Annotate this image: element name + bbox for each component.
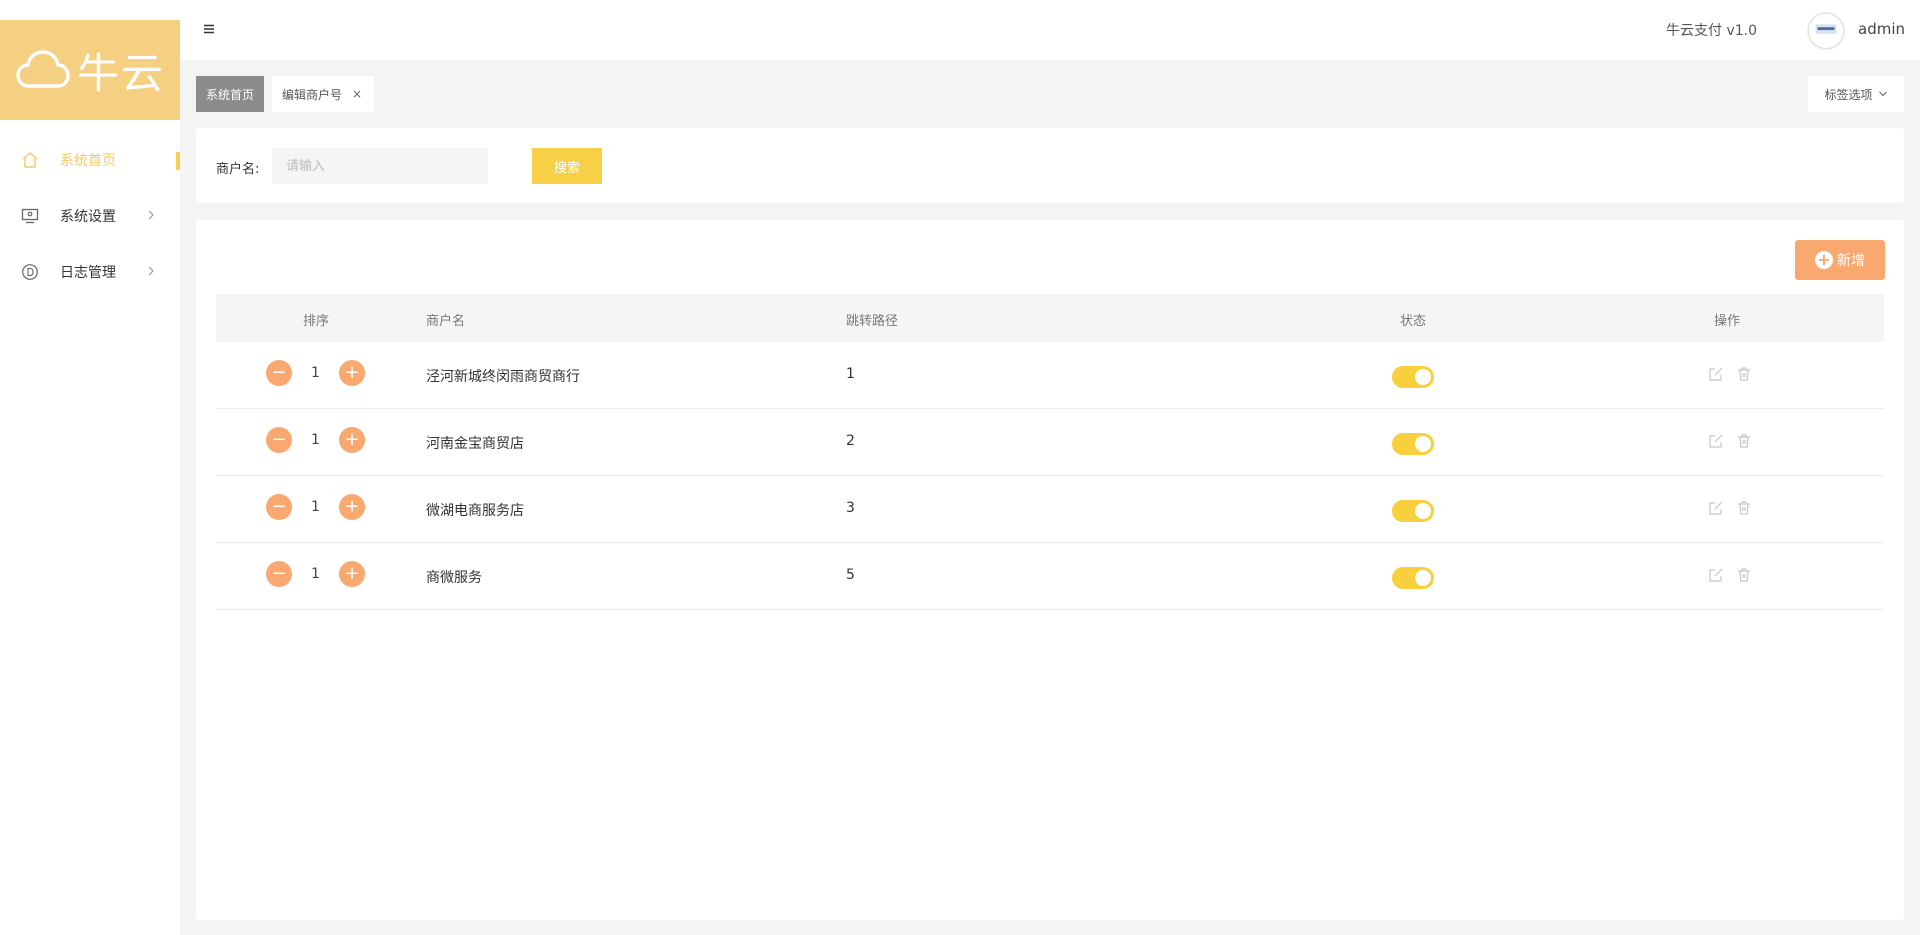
column-header-status: 状态 <box>1400 314 1427 329</box>
decrement-button[interactable]: − <box>266 427 292 453</box>
avatar-image-icon <box>1809 14 1843 48</box>
toggle-knob <box>1415 503 1431 519</box>
increment-button[interactable]: + <box>339 360 365 386</box>
column-header-actions: 操作 <box>1714 314 1741 329</box>
delete-icon[interactable] <box>1736 567 1752 583</box>
sort-value: 1 <box>311 566 320 582</box>
monitor-icon <box>20 206 40 226</box>
status-toggle[interactable] <box>1392 567 1434 589</box>
toggle-knob <box>1415 369 1431 385</box>
top-strip <box>0 0 180 20</box>
sidebar-item-system-settings[interactable]: 系统设置 <box>0 188 180 244</box>
logo-text: 牛云 <box>76 48 165 98</box>
delete-icon[interactable] <box>1736 433 1752 449</box>
add-button[interactable]: + 新增 <box>1795 240 1885 280</box>
delete-icon[interactable] <box>1736 366 1752 382</box>
column-header-merchant: 商户名 <box>426 314 466 329</box>
row-actions <box>1708 567 1752 583</box>
chevron-right-icon <box>148 210 154 220</box>
row-actions <box>1708 433 1752 449</box>
toggle-knob <box>1415 436 1431 452</box>
decrement-button[interactable]: − <box>266 561 292 587</box>
merchant-list-panel: + 新增 排序 商户名 跳转路径 状态 操作 − 1 + 泾河新城终闵雨商贸商行… <box>196 220 1904 920</box>
tab-label: 编辑商户号 <box>282 87 343 102</box>
tab-options-label: 标签选项 <box>1824 87 1873 102</box>
merchant-name-input[interactable] <box>272 148 488 184</box>
username[interactable]: admin <box>1858 20 1905 38</box>
sort-value: 1 <box>311 432 320 448</box>
increment-button[interactable]: + <box>339 494 365 520</box>
avatar[interactable] <box>1808 13 1844 49</box>
sort-value: 1 <box>311 365 320 381</box>
search-panel: 商户名: 搜索 <box>196 128 1904 203</box>
sort-stepper: − 1 + <box>266 561 365 587</box>
plus-circle-icon: + <box>1815 251 1833 269</box>
merchant-name: 河南金宝商贸店 <box>426 436 524 452</box>
merchant-name-label: 商户名: <box>216 162 260 177</box>
delete-icon[interactable] <box>1736 500 1752 516</box>
logo[interactable]: 牛云 <box>0 20 180 120</box>
tab-options-dropdown[interactable]: 标签选项 <box>1808 76 1904 112</box>
merchant-name: 泾河新城终闵雨商贸商行 <box>426 369 580 385</box>
tab-edit-merchant[interactable]: 编辑商户号 × <box>272 76 374 112</box>
tab-home[interactable]: 系统首页 <box>196 76 264 112</box>
decrement-button[interactable]: − <box>266 360 292 386</box>
column-header-sort: 排序 <box>303 314 330 329</box>
toggle-knob <box>1415 570 1431 586</box>
log-icon <box>20 262 40 282</box>
search-button[interactable]: 搜索 <box>532 148 602 184</box>
edit-icon[interactable] <box>1708 366 1724 382</box>
chevron-down-icon <box>1878 91 1887 97</box>
add-button-label: 新增 <box>1837 253 1865 269</box>
sidebar: 牛云 系统首页 系统设置 日志管理 <box>0 20 180 935</box>
row-actions <box>1708 366 1752 382</box>
merchant-name: 商微服务 <box>426 570 482 586</box>
redirect-path: 3 <box>846 500 855 516</box>
home-icon <box>20 150 40 170</box>
sidebar-item-label: 系统设置 <box>60 209 116 225</box>
top-header: 牛云支付 v1.0 admin <box>180 0 1920 60</box>
sort-stepper: − 1 + <box>266 427 365 453</box>
menu-toggle-icon[interactable] <box>202 22 216 36</box>
redirect-path: 5 <box>846 567 855 583</box>
merchant-name: 微湖电商服务店 <box>426 503 524 519</box>
row-actions <box>1708 500 1752 516</box>
cloud-icon <box>16 50 70 88</box>
sidebar-item-label: 日志管理 <box>60 265 116 281</box>
decrement-button[interactable]: − <box>266 494 292 520</box>
chevron-right-icon <box>148 266 154 276</box>
sidebar-nav: 系统首页 系统设置 日志管理 <box>0 132 180 300</box>
sort-stepper: − 1 + <box>266 360 365 386</box>
redirect-path: 1 <box>846 366 855 382</box>
table-row: − 1 + 商微服务 5 <box>216 543 1884 610</box>
edit-icon[interactable] <box>1708 567 1724 583</box>
tab-label: 系统首页 <box>206 87 255 102</box>
edit-icon[interactable] <box>1708 500 1724 516</box>
table-row: − 1 + 泾河新城终闵雨商贸商行 1 <box>216 342 1884 409</box>
sidebar-item-label: 系统首页 <box>60 153 116 169</box>
sidebar-item-home[interactable]: 系统首页 <box>0 132 180 188</box>
sidebar-item-log-management[interactable]: 日志管理 <box>0 244 180 300</box>
increment-button[interactable]: + <box>339 561 365 587</box>
redirect-path: 2 <box>846 433 855 449</box>
sort-value: 1 <box>311 499 320 515</box>
status-toggle[interactable] <box>1392 433 1434 455</box>
table-row: − 1 + 微湖电商服务店 3 <box>216 476 1884 543</box>
table-header: 排序 商户名 跳转路径 状态 操作 <box>216 294 1884 342</box>
app-version: 牛云支付 v1.0 <box>1666 23 1757 39</box>
merchant-table: 排序 商户名 跳转路径 状态 操作 − 1 + 泾河新城终闵雨商贸商行 1 − <box>216 294 1884 610</box>
sort-stepper: − 1 + <box>266 494 365 520</box>
edit-icon[interactable] <box>1708 433 1724 449</box>
column-header-path: 跳转路径 <box>846 314 899 329</box>
status-toggle[interactable] <box>1392 500 1434 522</box>
table-row: − 1 + 河南金宝商贸店 2 <box>216 409 1884 476</box>
close-icon[interactable]: × <box>352 87 362 101</box>
status-toggle[interactable] <box>1392 366 1434 388</box>
increment-button[interactable]: + <box>339 427 365 453</box>
